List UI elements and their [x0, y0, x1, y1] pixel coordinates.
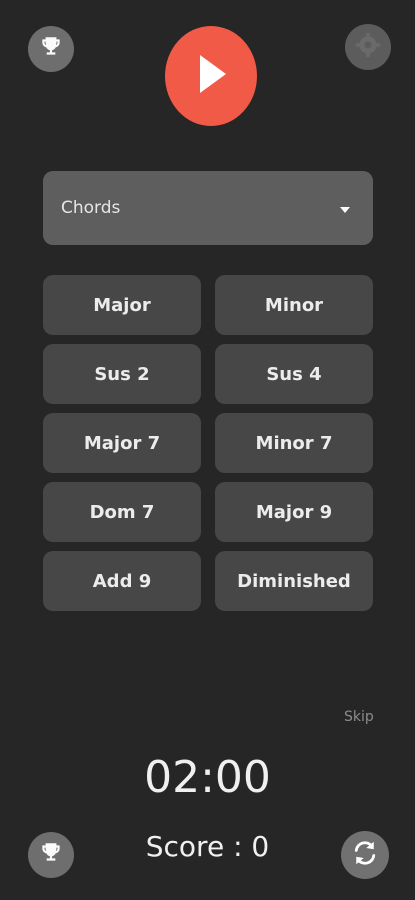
- play-button[interactable]: [165, 26, 257, 126]
- score-label: Score: [145, 830, 225, 863]
- gear-icon: [354, 31, 382, 63]
- mode-dropdown[interactable]: Chords: [43, 171, 373, 245]
- chord-option-dom7[interactable]: Dom 7: [43, 482, 201, 542]
- chord-option-sus4[interactable]: Sus 4: [215, 344, 373, 404]
- score-separator: :: [224, 830, 252, 863]
- play-icon: [194, 53, 228, 99]
- chord-option-major[interactable]: Major: [43, 275, 201, 335]
- settings-button[interactable]: [345, 24, 391, 70]
- refresh-icon: [350, 838, 380, 872]
- trophy-icon: [38, 34, 64, 64]
- countdown-timer: 02:00: [144, 752, 271, 803]
- chord-option-sus2[interactable]: Sus 2: [43, 344, 201, 404]
- replay-button[interactable]: [341, 831, 389, 879]
- chord-option-major7[interactable]: Major 7: [43, 413, 201, 473]
- chord-option-minor[interactable]: Minor: [215, 275, 373, 335]
- chord-option-add9[interactable]: Add 9: [43, 551, 201, 611]
- trophy-button[interactable]: [28, 26, 74, 72]
- caret-down-icon: [339, 199, 351, 218]
- score-value: 0: [251, 830, 270, 863]
- mode-dropdown-value: Chords: [61, 198, 121, 218]
- app-screen: Chords Major Minor Sus 2 Sus 4 Major 7 M…: [0, 0, 415, 900]
- skip-button[interactable]: Skip: [344, 709, 374, 725]
- chord-option-diminished[interactable]: Diminished: [215, 551, 373, 611]
- chord-option-major9[interactable]: Major 9: [215, 482, 373, 542]
- chord-options-grid: Major Minor Sus 2 Sus 4 Major 7 Minor 7 …: [43, 275, 373, 611]
- chord-option-minor7[interactable]: Minor 7: [215, 413, 373, 473]
